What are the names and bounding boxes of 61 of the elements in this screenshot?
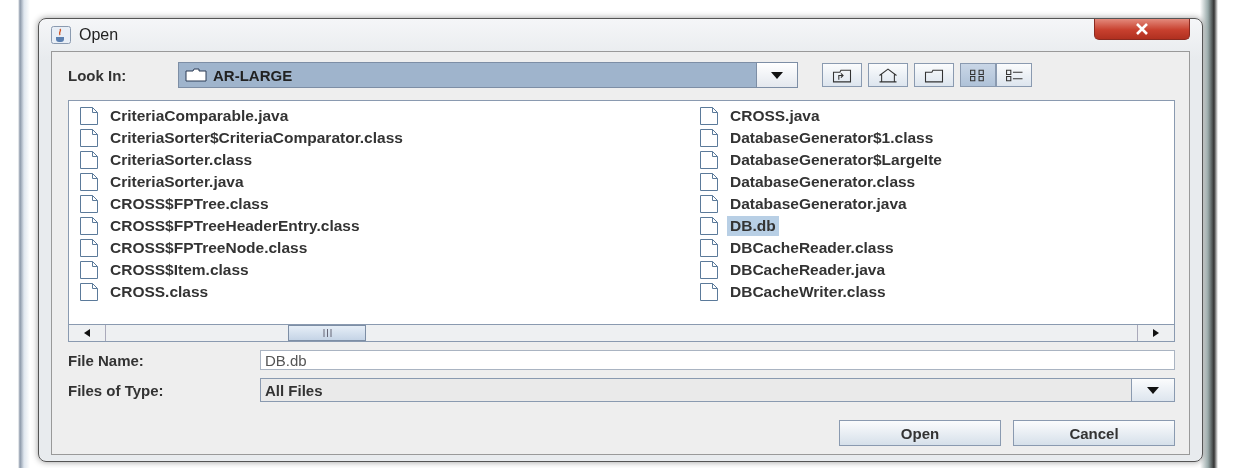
file-icon	[79, 282, 99, 302]
file-type-label: Files of Type:	[68, 381, 165, 399]
file-item[interactable]: CROSS.class	[107, 282, 212, 302]
file-item[interactable]: CROSS$Item.class	[107, 260, 252, 280]
toolbar-button[interactable]	[914, 63, 954, 87]
look-in-label: Look In:	[68, 66, 128, 84]
file-icon	[699, 282, 719, 302]
file-item[interactable]: CROSS$FPTreeHeaderEntry.class	[107, 216, 363, 236]
file-item[interactable]: CriteriaSorter.class	[107, 150, 256, 170]
folder-icon	[185, 68, 207, 82]
view-toggle[interactable]	[960, 63, 996, 87]
file-icon	[699, 172, 719, 192]
file-item[interactable]: CROSS$FPTree.class	[107, 194, 272, 214]
window-title: Open	[79, 26, 119, 44]
file-item[interactable]: CriteriaSorter.java	[107, 172, 247, 192]
scroll-thumb[interactable]	[288, 325, 366, 341]
file-item[interactable]: DB.db	[727, 216, 779, 236]
home-icon	[877, 66, 899, 84]
file-item[interactable]: DatabaseGenerator$LargeIte	[727, 150, 945, 170]
caret-icon	[771, 71, 783, 79]
file-icon	[79, 216, 99, 236]
open-button[interactable]: Open	[839, 420, 1001, 446]
file-icon	[699, 150, 719, 170]
file-item[interactable]: DBCacheReader.java	[727, 260, 889, 280]
caret-icon	[1147, 386, 1159, 394]
horizontal-scrollbar[interactable]	[69, 324, 1174, 341]
file-icon	[699, 194, 719, 214]
file-icon	[79, 106, 99, 126]
file-name-field[interactable]: DB.db	[260, 350, 1175, 370]
file-name-label: File Name:	[68, 351, 145, 369]
toolbar-button[interactable]	[822, 63, 862, 87]
look-in-dropdown[interactable]: AR-LARGE	[178, 62, 798, 88]
right-arrow-icon	[1153, 329, 1159, 337]
file-item[interactable]: DatabaseGenerator.java	[727, 194, 910, 214]
file-icon	[699, 238, 719, 258]
file-icon	[79, 128, 99, 148]
file-item[interactable]: DatabaseGenerator$1.class	[727, 128, 937, 148]
file-item[interactable]: CROSS$FPTreeNode.class	[107, 238, 311, 258]
java-cup-icon	[51, 26, 71, 44]
file-icon	[699, 260, 719, 280]
cancel-button[interactable]: Cancel	[1013, 420, 1175, 446]
close-button[interactable]	[1094, 19, 1190, 40]
file-item[interactable]: DBCacheReader.class	[727, 238, 897, 258]
file-icon	[79, 260, 99, 280]
file-icon	[699, 216, 719, 236]
toolbar-button[interactable]	[868, 63, 908, 87]
view-toggle[interactable]	[996, 63, 1032, 87]
file-item[interactable]: DBCacheWriter.class	[727, 282, 889, 302]
file-icon	[79, 238, 99, 258]
close-icon	[1135, 23, 1149, 35]
file-icon	[79, 194, 99, 214]
file-item[interactable]: DatabaseGenerator.class	[727, 172, 919, 192]
file-icon	[79, 150, 99, 170]
left-arrow-icon	[84, 329, 90, 337]
file-icon	[699, 128, 719, 148]
file-type-dropdown[interactable]: All Files	[260, 378, 1175, 402]
file-item[interactable]: CriteriaComparable.java	[107, 106, 292, 126]
file-icon	[79, 172, 99, 192]
file-icon	[699, 106, 719, 126]
file-item[interactable]: CROSS.java	[727, 106, 823, 126]
file-item[interactable]: CriteriaSorter$CriteriaComparator.class	[107, 128, 406, 148]
